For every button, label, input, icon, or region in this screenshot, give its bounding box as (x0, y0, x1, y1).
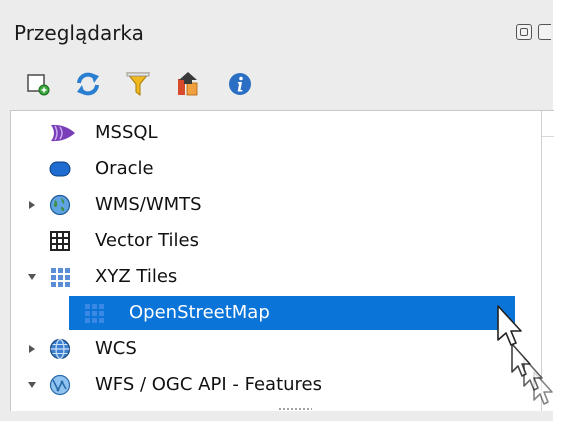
xyz-tiles-grid-icon (49, 266, 71, 288)
collapse-all-icon[interactable] (170, 66, 206, 102)
tree-item-label: OpenStreetMap (129, 302, 270, 323)
collapse-arrow-icon[interactable] (25, 378, 39, 392)
wms-globe-icon (49, 194, 71, 216)
browser-toolbar (0, 62, 553, 106)
tree-item-oracle[interactable]: Oracle (11, 152, 554, 186)
vector-tiles-grid-icon (49, 230, 71, 252)
resize-grip-icon[interactable] (278, 407, 312, 411)
panel-title: Przeglądarka (14, 21, 144, 45)
tree-item-wms-wmts[interactable]: WMS/WMTS (11, 188, 554, 222)
refresh-icon[interactable] (70, 66, 106, 102)
tree-item-label: WMS/WMTS (95, 194, 202, 215)
wfs-globe-icon (49, 374, 71, 396)
mssql-icon (49, 122, 75, 144)
column-header (542, 111, 554, 137)
tree-item-mssql[interactable]: MSSQL (11, 116, 554, 150)
panel-titlebar: Przeglądarka (0, 0, 553, 58)
tree-item-wcs[interactable]: WCS (11, 332, 554, 366)
tree-item-vector-tiles[interactable]: Vector Tiles (11, 224, 554, 258)
mouse-cursor-icon (497, 305, 553, 405)
close-icon[interactable] (538, 24, 551, 40)
tree-item-openstreetmap[interactable]: OpenStreetMap (11, 296, 554, 330)
tree-item-label: WFS / OGC API - Features (95, 374, 322, 395)
expand-arrow-icon[interactable] (25, 342, 39, 356)
tree-item-label: Vector Tiles (95, 230, 199, 251)
undock-icon[interactable] (516, 24, 532, 40)
browser-panel: Przeglądarka MSSQL Oracle WMS/WMTS Vecto… (0, 0, 554, 421)
tree-item-label: WCS (95, 338, 137, 359)
oracle-icon (49, 158, 71, 180)
info-icon[interactable] (222, 66, 258, 102)
collapse-arrow-icon[interactable] (25, 270, 39, 284)
expand-arrow-icon[interactable] (25, 198, 39, 212)
add-layer-icon[interactable] (20, 66, 56, 102)
wcs-globe-icon (49, 338, 71, 360)
tree-item-wfs-ogc-api[interactable]: WFS / OGC API - Features (11, 368, 554, 402)
filter-icon[interactable] (120, 66, 156, 102)
xyz-tile-layer-icon (83, 302, 105, 324)
tree-item-label: MSSQL (95, 122, 158, 143)
tree-item-label: XYZ Tiles (95, 266, 178, 287)
tree-item-xyz-tiles[interactable]: XYZ Tiles (11, 260, 554, 294)
browser-tree[interactable]: MSSQL Oracle WMS/WMTS Vector Tiles XYZ T… (10, 110, 554, 411)
tree-item-label: Oracle (95, 158, 154, 179)
